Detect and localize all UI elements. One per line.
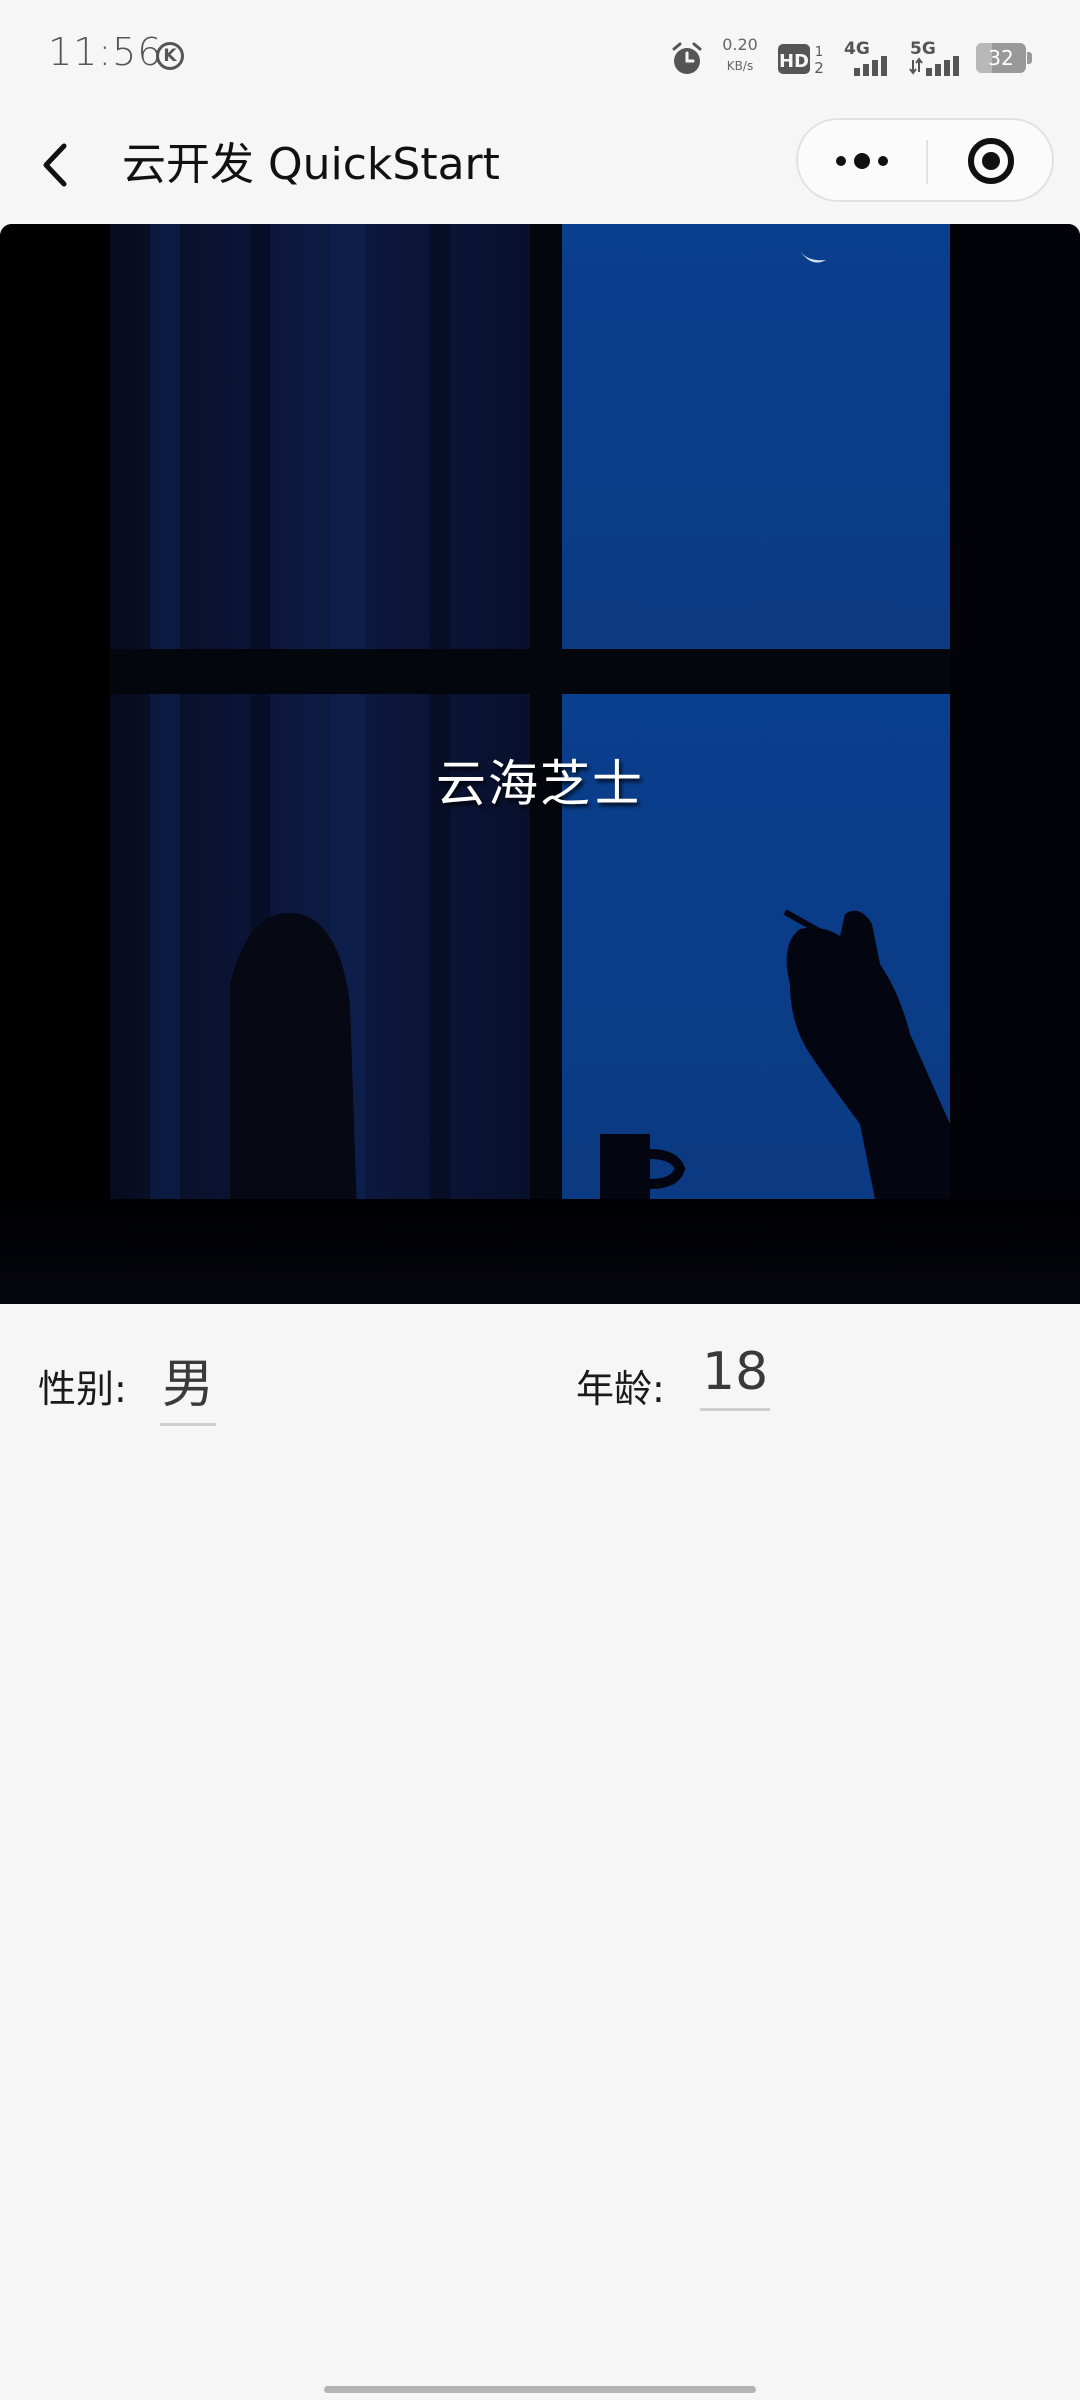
chevron-left-icon	[43, 143, 67, 187]
page-title: 云开发 QuickStart	[122, 139, 500, 190]
signal-4g-icon: 4G	[844, 39, 887, 76]
signal-5g-icon: 5G	[909, 39, 959, 76]
network-speed: 0.20 KB/s	[716, 36, 764, 74]
age-label: 年龄:	[576, 1367, 665, 1411]
profile-name: 云海芝士	[436, 755, 644, 813]
close-miniprogram-button[interactable]	[928, 120, 1052, 200]
gender-value[interactable]: 男	[160, 1342, 217, 1426]
status-bar: 11:56 K 0.20 KB/s HD 1 2 4G 5G 32	[0, 0, 1080, 110]
back-button[interactable]	[28, 130, 92, 200]
status-icons: 0.20 KB/s HD 1 2 4G 5G 32	[670, 34, 1032, 80]
capsule-menu	[796, 118, 1054, 202]
nav-bar: 云开发 QuickStart	[0, 110, 1080, 220]
network-5g-label: 5G	[910, 39, 936, 59]
more-button[interactable]	[798, 120, 926, 200]
hd-label: HD	[779, 51, 809, 72]
network-speed-value: 0.20	[722, 35, 758, 54]
battery-icon: 32	[976, 43, 1032, 73]
home-indicator[interactable]	[324, 2386, 756, 2393]
network-4g-label: 4G	[844, 39, 870, 59]
status-time: 11:56	[48, 30, 163, 74]
alarm-icon	[672, 42, 702, 74]
k-badge-icon: K	[156, 42, 184, 70]
cover-image: 云海芝士	[0, 224, 1080, 1304]
sim-label-2: 2	[814, 59, 824, 76]
battery-level: 32	[988, 46, 1014, 70]
gender-label: 性别:	[38, 1367, 127, 1411]
network-speed-unit: KB/s	[726, 59, 754, 73]
hd-voice-icon: HD 1 2	[778, 44, 824, 76]
sim-label-1: 1	[815, 45, 823, 60]
profile-info-row: 性别: 男 年龄: 18	[0, 1340, 1080, 1440]
age-value[interactable]: 18	[700, 1342, 771, 1411]
